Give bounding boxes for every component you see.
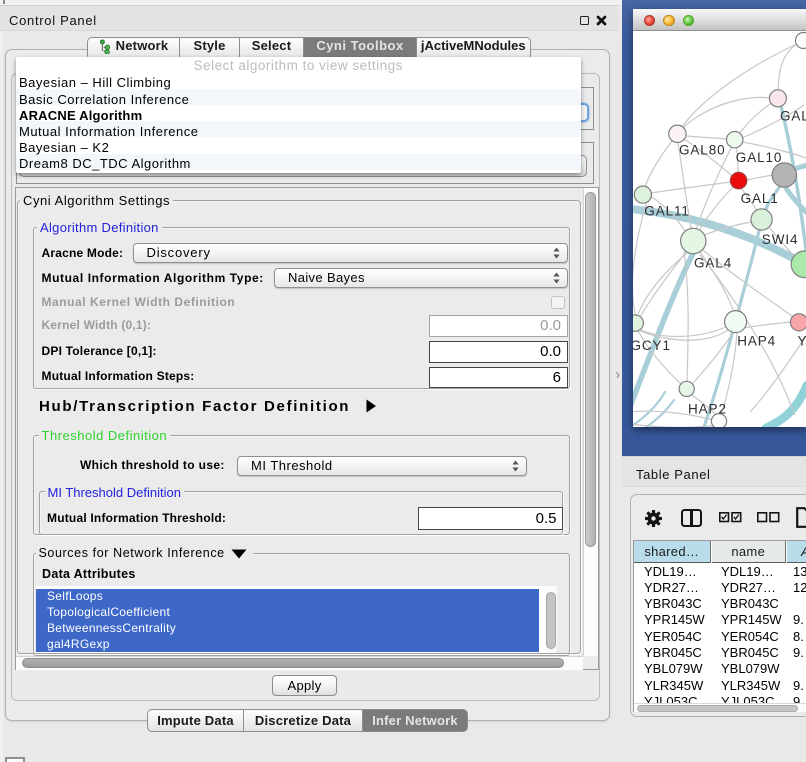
svg-text:HAP2: HAP2	[688, 401, 727, 416]
svg-text:GAL80: GAL80	[679, 143, 726, 158]
svg-text:GAL11: GAL11	[644, 204, 690, 219]
svg-text:GCY1: GCY1	[633, 338, 671, 353]
svg-text:Y: Y	[798, 333, 806, 348]
svg-text:GAL: GAL	[780, 109, 806, 124]
svg-text:SWI4: SWI4	[762, 232, 799, 247]
svg-text:GAL4: GAL4	[694, 256, 732, 271]
svg-text:GAL10: GAL10	[736, 150, 783, 165]
svg-text:GAL1: GAL1	[741, 191, 779, 206]
svg-text:HAP4: HAP4	[737, 333, 776, 348]
